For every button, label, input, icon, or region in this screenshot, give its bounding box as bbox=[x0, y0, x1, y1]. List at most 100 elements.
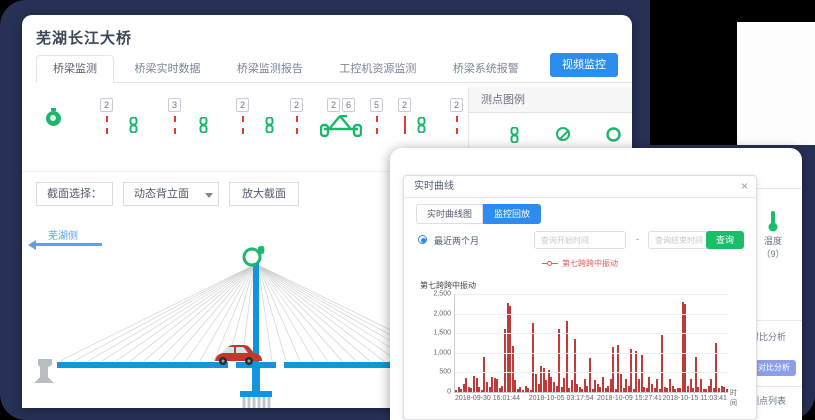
chart-bar bbox=[589, 358, 591, 392]
link-sensor-icon[interactable] bbox=[264, 117, 275, 138]
main-tabbar: 桥梁监测 桥梁实时数据 桥梁监测报告 工控机资源监测 桥梁系统报警 bbox=[36, 55, 632, 83]
x-tick-label: 2018-10-05 03:17:54 bbox=[529, 395, 594, 402]
modal-title: 实时曲线 bbox=[414, 181, 454, 192]
screen: 芜湖长江大桥 桥梁监测 桥梁实时数据 桥梁监测报告 工控机资源监测 桥梁系统报警… bbox=[0, 0, 815, 420]
query-button[interactable]: 查询 bbox=[706, 231, 744, 249]
y-tick-label: 500 bbox=[439, 369, 451, 376]
dashed-line-icon bbox=[106, 116, 108, 134]
dashed-line-icon bbox=[296, 116, 298, 134]
video-monitor-button[interactable]: 视频监控 bbox=[550, 53, 618, 77]
recent-two-months-radio[interactable] bbox=[418, 235, 427, 244]
enlarge-section-button[interactable]: 放大截面 bbox=[229, 182, 299, 206]
dashed-line-icon bbox=[456, 116, 458, 134]
query-start-time-input[interactable] bbox=[534, 231, 626, 249]
y-tick-label: 1,000 bbox=[433, 349, 451, 356]
gridline bbox=[455, 314, 728, 315]
legend-label: 第七跨跨中振动 bbox=[562, 258, 618, 269]
x-tick-label: 2018-09-30 16:01:44 bbox=[455, 395, 520, 402]
tab-monitor-report[interactable]: 桥梁监测报告 bbox=[221, 56, 319, 84]
sensor-marker: 3 bbox=[168, 95, 181, 134]
point-legend-title: 测点图例 bbox=[469, 87, 632, 113]
sensor-count-badge: 2 bbox=[398, 98, 411, 112]
range-separator: - bbox=[636, 234, 639, 244]
sensor-marker: 2 bbox=[290, 95, 303, 134]
chart-bar bbox=[715, 343, 717, 392]
close-icon[interactable]: × bbox=[741, 176, 748, 197]
link-sensor-icon[interactable] bbox=[416, 117, 427, 138]
sensor-count-badge: 3 bbox=[168, 98, 181, 112]
gridline bbox=[455, 294, 728, 295]
section-select-value: 动态背立面 bbox=[134, 188, 189, 200]
gridline bbox=[455, 372, 728, 373]
chart-bar bbox=[684, 304, 686, 392]
x-axis-title: 时间 bbox=[730, 388, 737, 408]
x-tick-label: 2018-10-15 11:03:41 bbox=[662, 395, 726, 402]
sensor-count-badge: 6 bbox=[342, 98, 355, 112]
y-tick-label: 1,500 bbox=[433, 330, 451, 337]
sensor-marker: 5 bbox=[370, 95, 383, 134]
support-sensor-icon[interactable] bbox=[320, 115, 362, 137]
link-sensor-icon[interactable] bbox=[198, 117, 209, 138]
dashed-line-icon bbox=[242, 116, 244, 134]
link-sensor-legend-icon bbox=[509, 127, 520, 143]
chart-bar bbox=[630, 349, 632, 392]
sensor-count-badge: 2 bbox=[100, 98, 113, 112]
tab-bridge-monitor[interactable]: 桥梁监测 bbox=[36, 55, 114, 83]
sensor-count-badge: 2 bbox=[450, 98, 463, 112]
bridge-tower bbox=[253, 263, 259, 363]
dashed-line-icon bbox=[376, 116, 378, 134]
detail-window: 温度 （9） 对比分析 对比分析 测点列表 实时曲线 × 实时曲线图 监控回放 … bbox=[390, 148, 802, 420]
y-tick-label: 2,500 bbox=[433, 291, 451, 298]
sensor-marker: 2 bbox=[398, 95, 411, 134]
link-sensor-icon[interactable] bbox=[128, 117, 139, 138]
modal-header: 实时曲线 × bbox=[404, 176, 756, 198]
tab-monitor-playback[interactable]: 监控回放 bbox=[483, 204, 541, 224]
section-select-label: 截面选择： bbox=[36, 182, 113, 206]
sensor-count-badge: 2 bbox=[290, 98, 303, 112]
stopwatch-icon[interactable] bbox=[46, 87, 61, 126]
recent-two-months-label: 最近两个月 bbox=[434, 234, 479, 247]
tab-realtime-data[interactable]: 桥梁实时数据 bbox=[118, 56, 216, 84]
chevron-down-icon bbox=[205, 193, 213, 198]
page-title: 芜湖长江大桥 bbox=[36, 27, 132, 48]
y-tick-label: 0 bbox=[447, 389, 451, 396]
prohibit-legend-icon bbox=[556, 127, 570, 141]
sensor-marker-group: 26 bbox=[318, 95, 364, 142]
query-row: 最近两个月 - 查询 bbox=[404, 230, 756, 254]
tab-system-alarm[interactable]: 桥梁系统报警 bbox=[437, 56, 535, 84]
chart-bar bbox=[558, 329, 560, 392]
tab-ipc-resource[interactable]: 工控机资源监测 bbox=[323, 56, 432, 84]
sensor-marker: 2 bbox=[450, 95, 463, 134]
chart-plot-area[interactable]: 时间 2,5002,0001,5001,00050002018-09-30 16… bbox=[454, 294, 728, 393]
tower-sensor-icon[interactable] bbox=[244, 246, 264, 265]
section-select[interactable]: 动态背立面 bbox=[123, 182, 219, 206]
x-tick-label: 2018-10-09 15:27:41 bbox=[597, 395, 662, 402]
sensor-marker: 2 bbox=[236, 95, 249, 134]
sensor-marker: 2 bbox=[100, 95, 113, 134]
backdrop-white-region bbox=[737, 22, 815, 145]
tab-realtime-curve[interactable]: 实时曲线图 bbox=[416, 204, 483, 224]
realtime-curve-modal: 实时曲线 × 实时曲线图 监控回放 最近两个月 - 查询 第七跨跨中振动 第七跨 bbox=[403, 175, 757, 420]
compare-analysis-button[interactable]: 对比分析 bbox=[752, 360, 796, 376]
legend-marker-icon bbox=[542, 261, 558, 267]
chart-bars bbox=[455, 294, 728, 392]
section-selector-row: 截面选择： 动态背立面 放大截面 bbox=[36, 181, 299, 207]
gridline bbox=[455, 333, 728, 334]
sensor-count-badge: 2 bbox=[327, 98, 340, 112]
y-axis-title: 第七跨跨中振动 bbox=[420, 280, 476, 291]
chart-legend[interactable]: 第七跨跨中振动 bbox=[404, 258, 756, 269]
dashed-line-icon bbox=[174, 116, 176, 134]
chart-bar bbox=[566, 321, 568, 392]
thermometer-icon[interactable] bbox=[767, 210, 779, 232]
chart-bar bbox=[661, 335, 663, 392]
circle-legend-icon bbox=[606, 127, 621, 142]
gridline bbox=[455, 353, 728, 354]
sensor-count-badge: 5 bbox=[370, 98, 383, 112]
solid-line-icon bbox=[404, 116, 406, 134]
sensor-count-badge: 2 bbox=[236, 98, 249, 112]
modal-tabbar: 实时曲线图 监控回放 bbox=[404, 198, 756, 224]
vibration-chart: 第七跨跨中振动 时间 2,5002,0001,5001,00050002018-… bbox=[414, 284, 746, 411]
left-pier bbox=[34, 359, 54, 383]
chart-bar bbox=[726, 389, 728, 392]
deck-joint bbox=[276, 362, 284, 368]
